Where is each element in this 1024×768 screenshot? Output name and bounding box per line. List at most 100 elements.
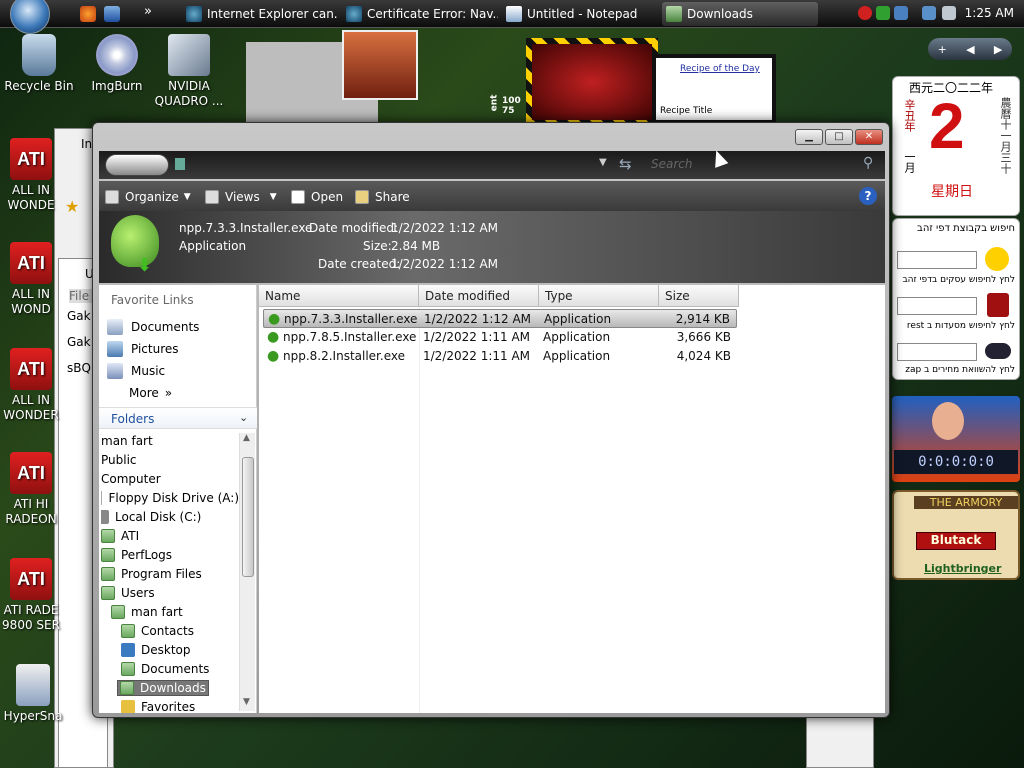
firefox-icon[interactable] — [80, 6, 96, 22]
taskbar-button-notepad[interactable]: Untitled - Notepad — [502, 2, 658, 26]
desktop-icon-ati-5[interactable]: ATI ATI RADE 9800 SER — [0, 558, 68, 633]
file-row[interactable]: ● npp.7.8.5.Installer.exe 1/2/2022 1:11 … — [263, 328, 737, 347]
tree-item[interactable]: man fart — [101, 602, 239, 621]
search-gadget[interactable]: חיפוש בקבוצת דפי זהב לחץ לחיפוש עסקים בד… — [892, 218, 1020, 380]
network-icon[interactable] — [922, 6, 936, 20]
tree-item[interactable]: Documents — [101, 659, 239, 678]
show-desktop-icon[interactable] — [104, 6, 120, 22]
file-row[interactable]: ● npp.8.2.Installer.exe 1/2/2022 1:11 AM… — [263, 347, 737, 366]
ati-icon: ATI — [10, 138, 52, 180]
favorite-more[interactable]: More » — [129, 383, 172, 403]
armory-gadget[interactable]: THE ARMORY Blutack Lightbringer — [892, 490, 1020, 580]
floppy-icon — [101, 490, 103, 505]
add-gadget-icon[interactable]: + — [938, 43, 947, 56]
favorite-music[interactable]: Music — [107, 361, 165, 381]
favorite-pictures[interactable]: Pictures — [107, 339, 179, 359]
favorite-label: More — [129, 386, 159, 400]
desktop-icon-ati-4[interactable]: ATI ATI HI RADEON — [0, 452, 68, 527]
next-icon[interactable]: ▶ — [994, 43, 1002, 56]
desktop-icon-recycle-bin[interactable]: Recycle Bin — [2, 34, 76, 94]
scroll-up-icon[interactable]: ▲ — [243, 433, 250, 443]
tree-scrollbar[interactable]: ▲ ▼ — [239, 433, 255, 711]
taskbar-button-downloads[interactable]: Downloads — [662, 2, 818, 26]
address-field[interactable] — [189, 155, 615, 175]
column-header-size[interactable]: Size — [659, 285, 739, 307]
organize-button[interactable]: Organize ▼ — [105, 188, 191, 206]
taskbar-button-ie[interactable]: Internet Explorer can... — [182, 2, 338, 26]
background-lower-window[interactable] — [806, 716, 874, 768]
scroll-thumb[interactable] — [242, 457, 254, 577]
file-type: Application — [543, 349, 611, 363]
tree-item[interactable]: man fart — [101, 431, 239, 450]
tree-item[interactable]: Favorites — [101, 697, 239, 713]
tree-item[interactable]: Desktop — [101, 640, 239, 659]
search-icon[interactable]: ⚲ — [863, 155, 873, 171]
column-header-type[interactable]: Type — [539, 285, 659, 307]
prev-icon[interactable]: ◀ — [966, 43, 974, 56]
tree-item[interactable]: Program Files — [101, 564, 239, 583]
search-input-2[interactable] — [897, 297, 977, 315]
explorer-window[interactable]: ▁ □ ✕ ▼ ⇆ Search ⚲ Organize ▼ Views ▼ Open… — [92, 122, 890, 718]
volume-icon[interactable] — [942, 6, 956, 20]
scroll-down-icon[interactable]: ▼ — [243, 697, 250, 707]
file-row-selected[interactable]: ● npp.7.3.3.Installer.exe 1/2/2022 1:12 … — [263, 309, 737, 328]
desktop-icon-hypersnap[interactable]: HyperSna — [0, 664, 70, 724]
desktop-icon — [121, 642, 135, 657]
tree-item[interactable]: Computer — [101, 469, 239, 488]
favorite-documents[interactable]: Documents — [107, 317, 199, 337]
share-button[interactable]: Share — [355, 188, 410, 206]
desktop-icon-ati-2[interactable]: ATI ALL IN WOND — [0, 242, 68, 317]
column-header-name[interactable]: Name — [259, 285, 419, 307]
search-input[interactable]: Search — [643, 155, 879, 175]
file-date: 1/2/2022 1:12 AM — [424, 312, 532, 326]
views-button[interactable]: Views ▼ — [205, 188, 277, 206]
details-created-label: Date created: — [318, 257, 401, 271]
address-dropdown-icon[interactable]: ▼ — [599, 157, 607, 168]
refresh-icon[interactable]: ⇆ — [619, 155, 632, 173]
tree-item[interactable]: Floppy Disk Drive (A:) — [101, 488, 239, 507]
recipe-gadget[interactable]: Recipe of the Day Recipe Title — [652, 54, 776, 124]
file-type: Application — [543, 330, 611, 344]
taskbar-button-cert-error[interactable]: Certificate Error: Nav... — [342, 2, 498, 26]
clock[interactable]: 1:25 AM — [965, 6, 1014, 20]
maximize-button[interactable]: □ — [825, 129, 853, 145]
calendar-month: 一月 — [903, 151, 916, 173]
tree-item[interactable]: ATI — [101, 526, 239, 545]
armory-item-button[interactable]: Blutack — [916, 532, 996, 550]
tree-label: Favorites — [141, 699, 196, 714]
quick-launch-overflow[interactable]: » — [144, 4, 152, 19]
search-input-1[interactable] — [897, 251, 977, 269]
tree-item-selected[interactable]: Downloads — [101, 678, 239, 697]
shield-icon[interactable] — [876, 6, 890, 20]
start-button[interactable] — [10, 0, 50, 34]
tree-item[interactable]: Local Disk (C:) — [101, 507, 239, 526]
recipe-of-the-day-link[interactable]: Recipe of the Day — [680, 64, 760, 74]
close-button[interactable]: ✕ — [855, 129, 883, 145]
help-icon[interactable]: ? — [859, 187, 877, 205]
desktop-icon-nvidia[interactable]: NVIDIA QUADRO ... — [152, 34, 226, 109]
calendar-gadget[interactable]: 西元二〇二二年 辛丑年 一月 2 星期日 農曆十一月三十 — [892, 76, 1020, 216]
tree-item[interactable]: Contacts — [101, 621, 239, 640]
column-header-date[interactable]: Date modified — [419, 285, 539, 307]
desktop-icon-ati-1[interactable]: ATI ALL IN WONDE — [0, 138, 68, 213]
open-button[interactable]: Open — [291, 188, 343, 206]
desktop-icon-ati-3[interactable]: ATI ALL IN WONDER — [0, 348, 68, 423]
music-icon — [107, 363, 123, 379]
search-input-3[interactable] — [897, 343, 977, 361]
tray-app-icon[interactable] — [894, 6, 908, 20]
desktop-icon-imgburn[interactable]: ImgBurn — [80, 34, 154, 94]
walker-icon — [985, 247, 1009, 271]
folders-header[interactable]: Folders ⌄ — [99, 407, 257, 429]
face-icon — [932, 402, 964, 440]
armory-link[interactable]: Lightbringer — [924, 562, 1001, 575]
game-gadget[interactable] — [526, 38, 658, 124]
tree-item[interactable]: Public — [101, 450, 239, 469]
tree-item[interactable]: PerfLogs — [101, 545, 239, 564]
minimize-button[interactable]: ▁ — [795, 129, 823, 145]
rocket-gadget[interactable]: 0:0:0:0:0 — [892, 396, 1020, 482]
back-forward-buttons[interactable] — [105, 154, 169, 176]
details-size-value: 2.84 MB — [391, 239, 441, 253]
security-alert-icon[interactable] — [858, 6, 872, 20]
tree-item[interactable]: Users — [101, 583, 239, 602]
calendar-right: 農曆十一月三十 — [999, 97, 1012, 174]
